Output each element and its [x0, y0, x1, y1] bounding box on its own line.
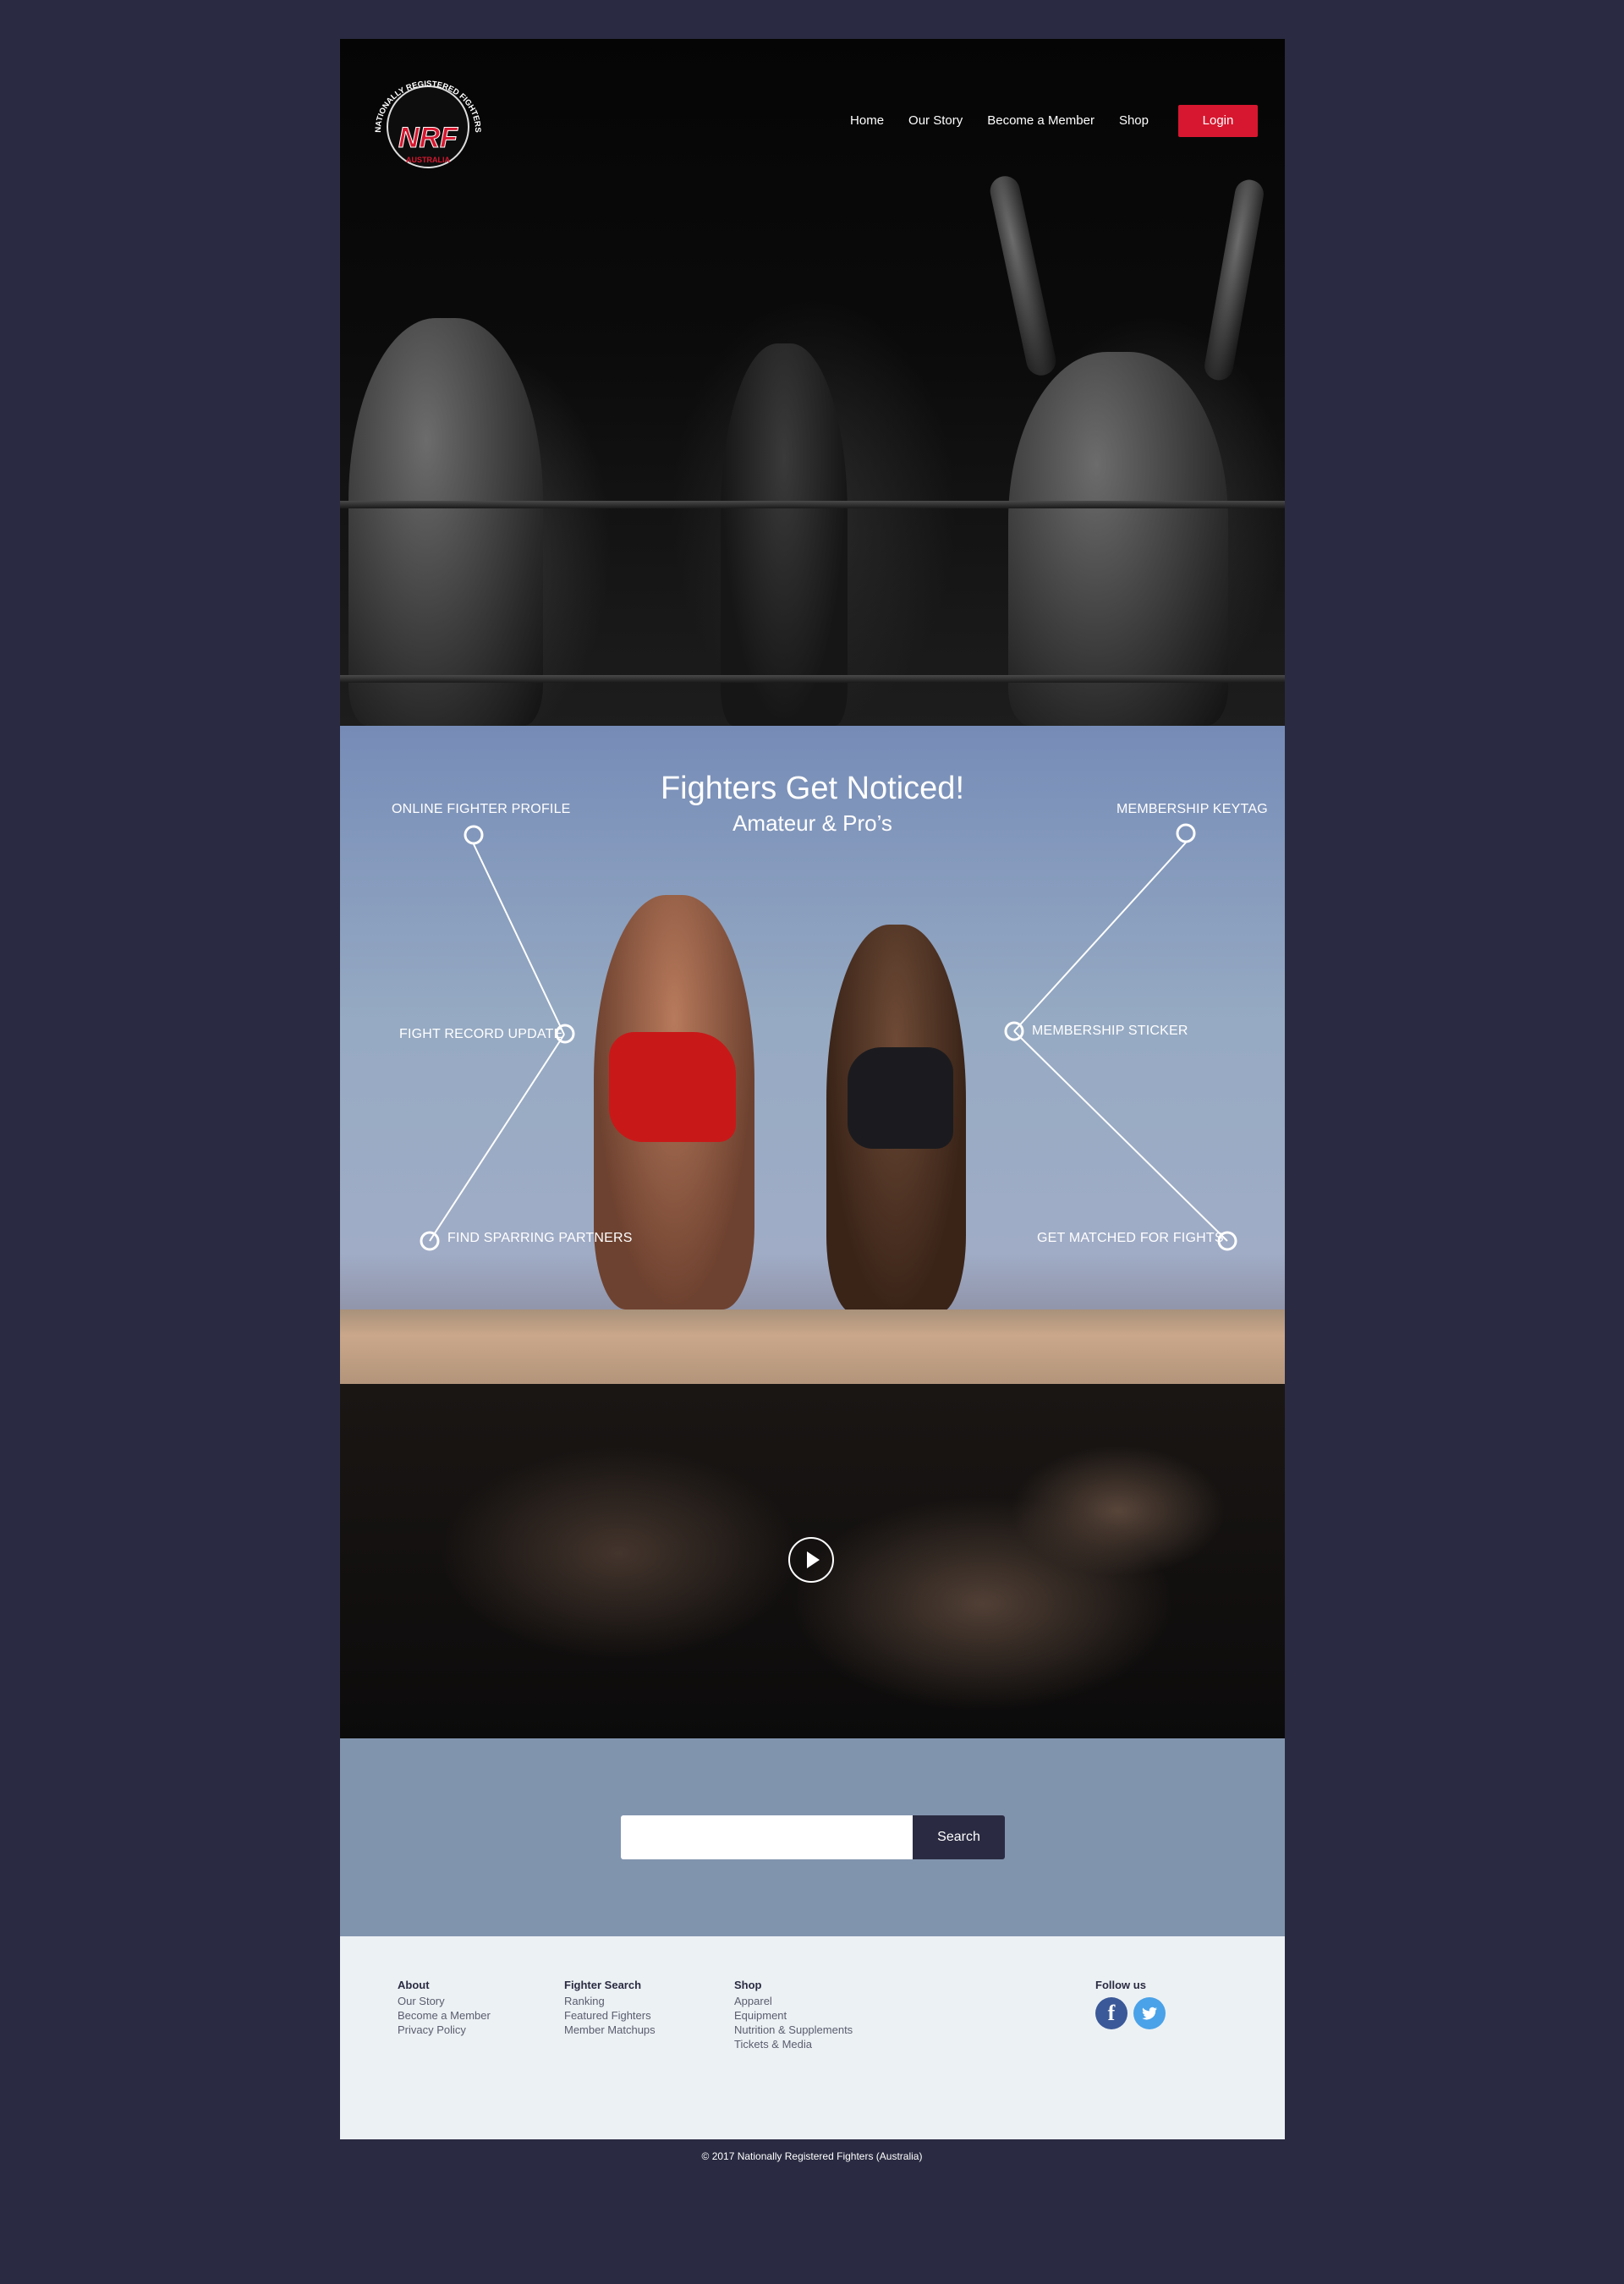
- footer-column-follow: Follow us f: [1095, 1979, 1171, 2029]
- feature-label-online-profile: ONLINE FIGHTER PROFILE: [392, 802, 571, 816]
- nav-item-shop[interactable]: Shop: [1119, 105, 1149, 137]
- feature-label-keytag: MEMBERSHIP KEYTAG: [1116, 802, 1268, 816]
- footer-heading-fighter-search: Fighter Search: [564, 1979, 642, 1991]
- feature-label-matched: GET MATCHED FOR FIGHTS: [1037, 1231, 1224, 1245]
- social-links: f: [1095, 1997, 1171, 2029]
- footer-link-become-a-member[interactable]: Become a Member: [398, 2008, 491, 2023]
- footer-heading-about: About: [398, 1979, 430, 1991]
- facebook-icon[interactable]: f: [1095, 1997, 1127, 2029]
- ring-rope: [340, 675, 1285, 683]
- footer-link-equipment[interactable]: Equipment: [734, 2008, 853, 2023]
- feature-label-sparring: FIND SPARRING PARTNERS: [447, 1231, 633, 1245]
- footer: About Our Story Become a Member Privacy …: [340, 1936, 1285, 2139]
- login-button[interactable]: Login: [1178, 105, 1258, 137]
- twitter-bird-icon: [1142, 2007, 1157, 2020]
- hero-section: NATIONALLY REGISTERED FIGHTERS NRF AUSTR…: [340, 39, 1285, 726]
- nav-item-home[interactable]: Home: [850, 105, 884, 137]
- feature-node-keytag: [1176, 823, 1196, 843]
- footer-link-member-matchups[interactable]: Member Matchups: [564, 2023, 656, 2037]
- footer-link-tickets-media[interactable]: Tickets & Media: [734, 2037, 853, 2051]
- search-section: Search: [340, 1738, 1285, 1936]
- feature-connector-lines: [420, 823, 1237, 1251]
- feature-label-sticker: MEMBERSHIP STICKER: [1032, 1024, 1188, 1038]
- main-nav: Home Our Story Become a Member Shop Logi…: [826, 105, 1258, 137]
- footer-column-fighter-search: Fighter Search Ranking Featured Fighters…: [564, 1979, 656, 2037]
- footer-link-privacy-policy[interactable]: Privacy Policy: [398, 2023, 491, 2037]
- footer-link-our-story[interactable]: Our Story: [398, 1994, 491, 2008]
- footer-link-nutrition[interactable]: Nutrition & Supplements: [734, 2023, 853, 2037]
- play-button[interactable]: [788, 1537, 834, 1583]
- twitter-icon[interactable]: [1133, 1997, 1166, 2029]
- footer-column-about: About Our Story Become a Member Privacy …: [398, 1979, 491, 2037]
- features-section: Fighters Get Noticed! Amateur & Pro’s ON…: [340, 726, 1285, 1384]
- hero-image-fighter-right: [1008, 352, 1228, 726]
- copyright-text: © 2017 Nationally Registered Fighters (A…: [701, 2150, 923, 2162]
- footer-link-ranking[interactable]: Ranking: [564, 1994, 656, 2008]
- page-container: NATIONALLY REGISTERED FIGHTERS NRF AUSTR…: [340, 39, 1285, 2139]
- footer-heading-shop: Shop: [734, 1979, 762, 1991]
- logo-country: AUSTRALIA: [406, 156, 450, 164]
- feature-node-online-profile: [464, 825, 484, 845]
- footer-heading-follow: Follow us: [1095, 1979, 1146, 1991]
- footer-link-apparel[interactable]: Apparel: [734, 1994, 853, 2008]
- feature-label-fight-record: FIGHT RECORD UPDATE: [399, 1027, 563, 1041]
- ring-rope: [340, 501, 1285, 508]
- hero-image-referee: [721, 343, 848, 726]
- video-section[interactable]: [340, 1384, 1285, 1738]
- hero-image-raised-arm: [987, 173, 1059, 379]
- nav-item-become-a-member[interactable]: Become a Member: [987, 105, 1095, 137]
- play-icon: [807, 1551, 820, 1568]
- footer-link-featured-fighters[interactable]: Featured Fighters: [564, 2008, 656, 2023]
- logo-letters: NRF: [398, 122, 458, 154]
- search-input[interactable]: [621, 1815, 913, 1859]
- hero-image-raised-arm-right: [1202, 177, 1266, 383]
- nav-item-our-story[interactable]: Our Story: [908, 105, 963, 137]
- search-button[interactable]: Search: [913, 1815, 1005, 1859]
- hero-image-fighter-left: [348, 318, 543, 726]
- nrf-logo[interactable]: NATIONALLY REGISTERED FIGHTERS NRF AUSTR…: [369, 78, 487, 169]
- nrf-logo-graphic: NATIONALLY REGISTERED FIGHTERS NRF AUSTR…: [374, 80, 482, 168]
- footer-column-shop: Shop Apparel Equipment Nutrition & Suppl…: [734, 1979, 853, 2051]
